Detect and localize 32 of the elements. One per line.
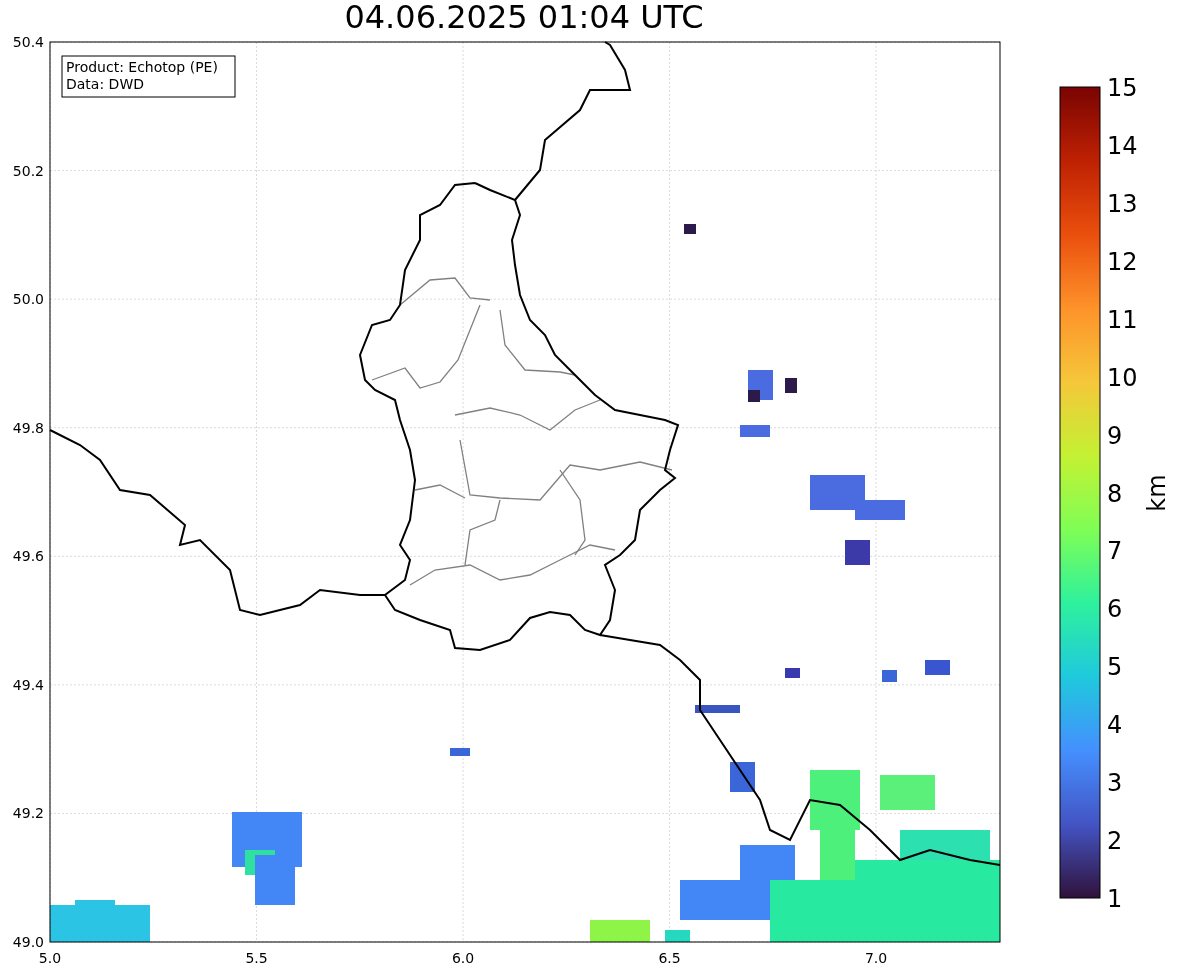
colorbar-tick-label: 10 (1107, 363, 1138, 392)
y-tick-label: 49.4 (12, 676, 44, 693)
x-tick-label: 6.0 (451, 950, 475, 966)
y-tick-label: 49.8 (12, 419, 44, 436)
colorbar-tick-label: 1 (1107, 885, 1123, 913)
colorbar-tick-label: 5 (1107, 653, 1123, 682)
x-tick-label: 6.5 (658, 950, 681, 966)
x-tick-label: 5.0 (38, 950, 62, 966)
colorbar-tick-label: 8 (1107, 479, 1123, 508)
colorbar-tick-label: 14 (1107, 131, 1138, 160)
colorbar-tick-label: 11 (1107, 305, 1138, 334)
y-tick-label: 49.0 (12, 934, 44, 950)
y-tick-label: 50.4 (12, 34, 44, 50)
y-tick-label: 50.2 (12, 162, 44, 179)
colorbar-tick-label: 15 (1107, 74, 1138, 102)
colorbar-tick-label: 4 (1107, 711, 1123, 740)
colorbar-tick-label: 13 (1107, 189, 1138, 218)
colorbar-tick-label: 12 (1107, 247, 1138, 276)
colorbar-tick-label: 2 (1107, 827, 1123, 856)
chart-title: 04.06.2025 01:04 UTC (344, 0, 704, 34)
info-text: Data: DWD (66, 76, 144, 92)
colorbar-tick-label: 3 (1107, 769, 1123, 798)
info-text: Product: Echotop (PE) (66, 59, 218, 75)
x-tick-label: 5.5 (245, 950, 268, 966)
colorbar-label: km (1143, 474, 1171, 512)
y-tick-label: 50.0 (12, 291, 44, 308)
y-tick-label: 49.2 (12, 805, 44, 822)
x-tick-label: 7.0 (864, 950, 888, 966)
y-tick-label: 49.6 (12, 548, 44, 565)
colorbar-tick-label: 9 (1107, 421, 1123, 450)
colorbar-tick-label: 7 (1107, 537, 1123, 566)
colorbar-tick-label: 6 (1107, 595, 1123, 624)
